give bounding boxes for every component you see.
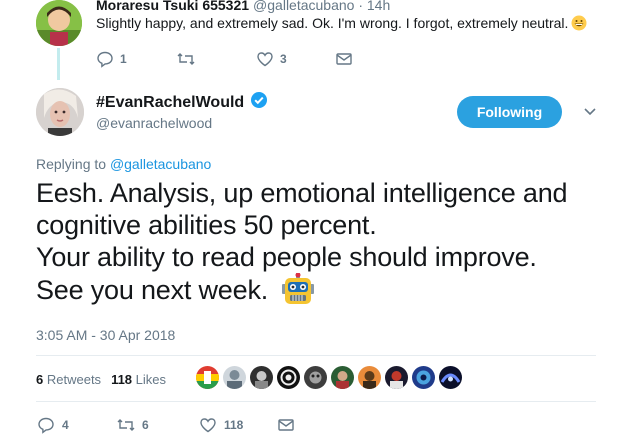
main-reply-button[interactable]: 4 bbox=[36, 416, 69, 434]
divider bbox=[36, 401, 596, 402]
likes-stat[interactable]: 118 Likes bbox=[111, 372, 166, 387]
main-retweet-button[interactable]: 6 bbox=[116, 416, 149, 434]
divider bbox=[36, 355, 596, 356]
replying-prefix: Replying to bbox=[36, 156, 107, 172]
main-dm-button[interactable] bbox=[277, 416, 295, 434]
liker-avatar[interactable] bbox=[304, 366, 327, 389]
robot-face-emoji-icon bbox=[281, 272, 315, 312]
main-tweet-text: Eesh. Analysis, up emotional intelligenc… bbox=[36, 177, 616, 312]
likes-number: 118 bbox=[111, 372, 133, 387]
top-tweet-handle[interactable]: @galletacubano · 14h bbox=[253, 0, 390, 13]
liker-avatar[interactable] bbox=[385, 366, 408, 389]
top-reply-button[interactable]: 1 bbox=[96, 50, 127, 68]
avatar-evanrachelwood[interactable] bbox=[36, 88, 84, 136]
verified-badge-icon bbox=[250, 91, 268, 114]
main-reply-count: 4 bbox=[62, 418, 69, 432]
top-reply-count: 1 bbox=[120, 52, 127, 66]
liker-avatar[interactable] bbox=[250, 366, 273, 389]
top-dm-button[interactable] bbox=[335, 50, 353, 68]
reply-icon bbox=[97, 51, 113, 68]
tweet-line: Your ability to read people should impro… bbox=[36, 242, 537, 272]
tweet-line-last: See you next week. bbox=[36, 272, 616, 312]
envelope-icon bbox=[336, 53, 352, 65]
main-retweet-count: 6 bbox=[142, 418, 149, 432]
liker-avatar[interactable] bbox=[223, 366, 246, 389]
liker-avatar[interactable] bbox=[439, 366, 462, 389]
tweet-line: Eesh. Analysis, up emotional intelligenc… bbox=[36, 178, 568, 208]
replying-to-mention-link[interactable]: @galletacubano bbox=[110, 156, 211, 172]
top-like-count: 3 bbox=[280, 52, 287, 66]
retweets-stat[interactable]: 6 Retweets bbox=[36, 372, 101, 387]
liker-avatar[interactable] bbox=[412, 366, 435, 389]
likes-label: Likes bbox=[135, 372, 167, 387]
retweets-number: 6 bbox=[36, 372, 44, 387]
retweets-label: Retweets bbox=[46, 372, 102, 387]
main-like-count: 118 bbox=[224, 418, 244, 432]
top-retweet-button[interactable] bbox=[176, 50, 196, 68]
main-like-button[interactable]: 118 bbox=[198, 416, 243, 434]
top-tweet-text: Slightly happy, and extremely sad. Ok. I… bbox=[96, 15, 587, 34]
top-tweet-text-content: Slightly happy, and extremely sad. Ok. I… bbox=[96, 15, 569, 32]
main-tweet-name[interactable]: #EvanRachelWould bbox=[96, 94, 244, 112]
retweet-icon bbox=[117, 419, 135, 431]
liker-avatar[interactable] bbox=[277, 366, 300, 389]
top-tweet-name[interactable]: Moraresu Tsuki 655321 bbox=[96, 0, 249, 13]
liker-avatar[interactable] bbox=[331, 366, 354, 389]
liker-avatars bbox=[196, 366, 462, 389]
more-options-chevron-down-icon[interactable] bbox=[583, 104, 597, 122]
top-like-button[interactable]: 3 bbox=[256, 50, 287, 68]
main-tweet-handle[interactable]: @evanrachelwood bbox=[96, 115, 212, 131]
tweet-line: cognitive abilities 50 percent. bbox=[36, 210, 377, 240]
heart-icon bbox=[257, 52, 273, 67]
main-tweet-name-row: #EvanRachelWould bbox=[96, 91, 268, 114]
tweet-stats: 6 Retweets 118 Likes bbox=[36, 372, 166, 387]
tweet-line: See you next week. bbox=[36, 275, 269, 305]
reply-icon bbox=[38, 417, 54, 434]
retweet-icon bbox=[177, 53, 195, 65]
replying-to-line: Replying to @galletacubano bbox=[36, 156, 211, 172]
heart-icon bbox=[200, 418, 216, 433]
thread-line bbox=[57, 48, 60, 80]
tweet-timestamp[interactable]: 3:05 AM - 30 Apr 2018 bbox=[36, 327, 175, 343]
liker-avatar[interactable] bbox=[358, 366, 381, 389]
following-button[interactable]: Following bbox=[457, 96, 562, 128]
grinning-face-emoji-icon bbox=[571, 15, 587, 34]
envelope-icon bbox=[278, 419, 294, 431]
top-tweet-header: Moraresu Tsuki 655321 @galletacubano · 14… bbox=[96, 0, 390, 13]
liker-avatar[interactable] bbox=[196, 366, 219, 389]
avatar-moraresu[interactable] bbox=[36, 0, 82, 46]
